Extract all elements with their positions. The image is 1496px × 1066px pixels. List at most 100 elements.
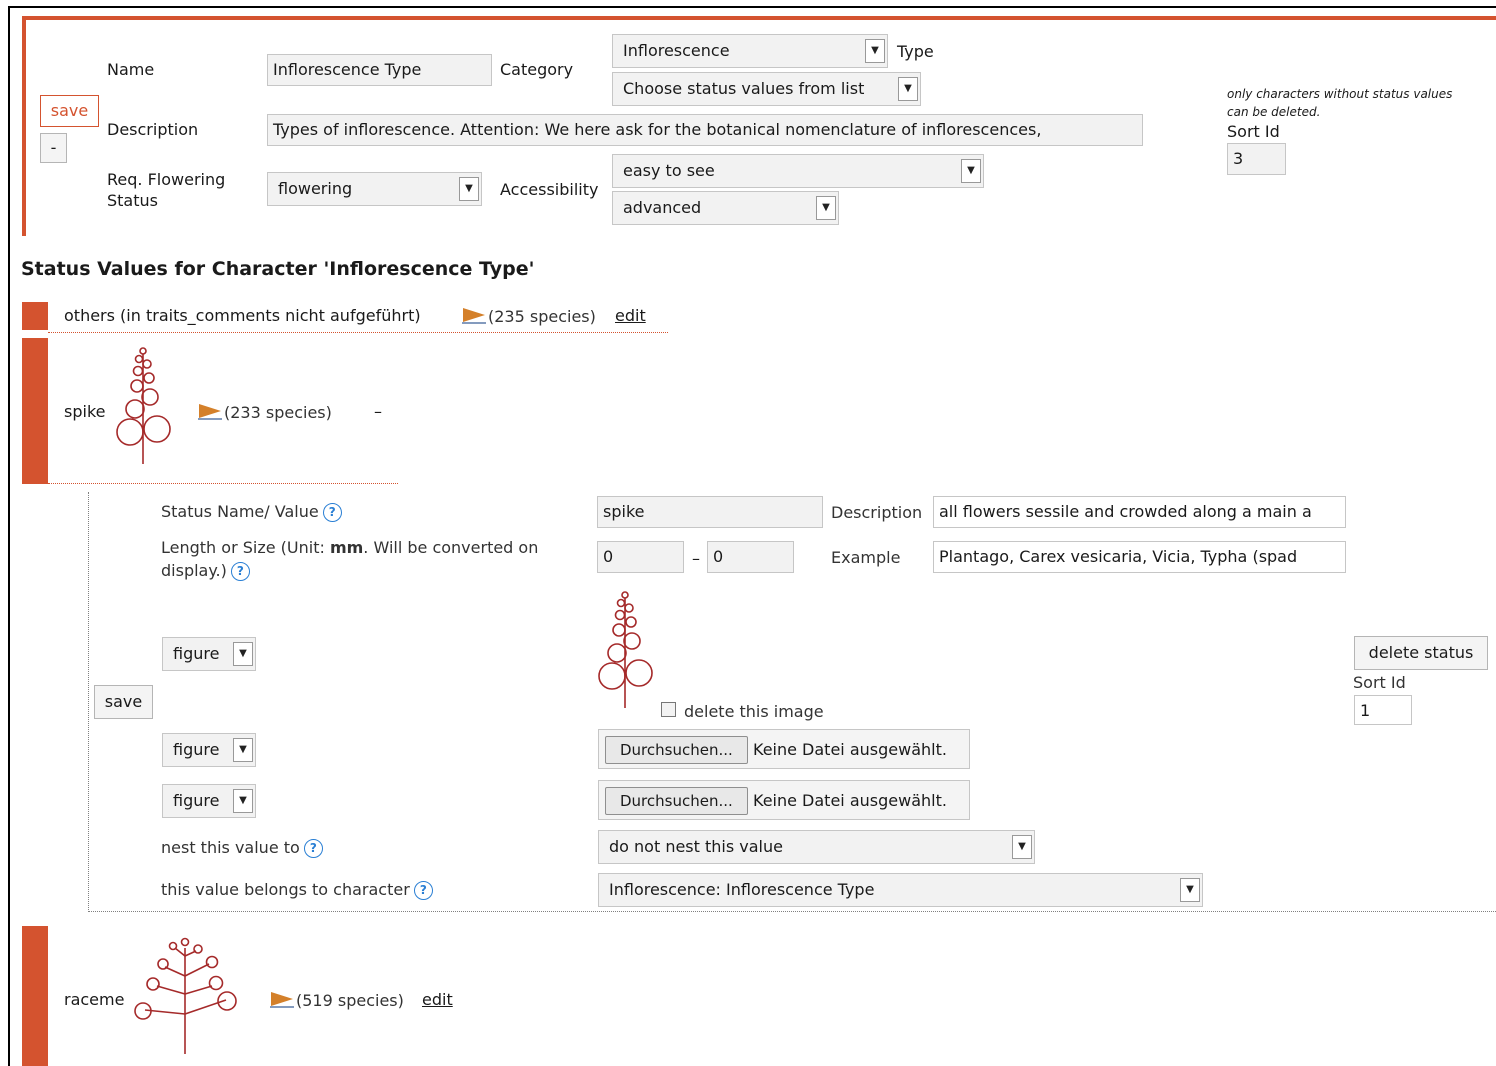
req-flowering-label-line1: Req. Flowering bbox=[107, 170, 226, 189]
category-select[interactable]: Inflorescence ▼ bbox=[612, 34, 888, 68]
browse-button-2[interactable]: Durchsuchen... bbox=[605, 787, 748, 815]
nest-select[interactable]: do not nest this value ▼ bbox=[598, 830, 1035, 864]
req-flowering-select[interactable]: flowering ▼ bbox=[267, 172, 482, 206]
req-flowering-label: Req. Flowering Status bbox=[107, 169, 225, 211]
status-bar-others bbox=[22, 302, 48, 330]
spike-figure-icon bbox=[116, 347, 171, 464]
edit-link-raceme[interactable]: edit bbox=[422, 990, 453, 1009]
delete-image-checkbox[interactable] bbox=[661, 702, 676, 717]
category-label: Category bbox=[500, 60, 574, 79]
raceme-figure-icon bbox=[134, 937, 237, 1054]
form-accent-top bbox=[22, 16, 1496, 20]
dropdown-arrow-icon: ▼ bbox=[459, 177, 479, 201]
row-separator bbox=[48, 483, 398, 484]
length-label-line1: Length or Size (Unit: mm. Will be conver… bbox=[161, 536, 538, 559]
file-upload-1: Durchsuchen... Keine Datei ausgewählt. bbox=[598, 729, 970, 769]
status-description-label: Description bbox=[831, 503, 923, 522]
accessibility-select-level[interactable]: advanced ▼ bbox=[612, 191, 839, 225]
delete-image-label: delete this image bbox=[684, 702, 824, 721]
length-min-input[interactable]: 0 bbox=[597, 541, 684, 573]
section-title: Status Values for Character 'Inflorescen… bbox=[21, 258, 535, 280]
figure-select-2[interactable]: figure ▼ bbox=[162, 733, 256, 767]
dropdown-arrow-icon: ▼ bbox=[233, 738, 253, 762]
figure-select-value: figure bbox=[173, 740, 220, 759]
accessibility-visibility-value: easy to see bbox=[623, 161, 715, 180]
status-name-input[interactable]: spike bbox=[597, 496, 823, 528]
help-icon[interactable]: ? bbox=[303, 839, 323, 858]
type-select[interactable]: Choose status values from list ▼ bbox=[612, 72, 921, 106]
help-icon[interactable]: ? bbox=[413, 881, 433, 900]
length-max-input[interactable]: 0 bbox=[707, 541, 794, 573]
accessibility-select-visibility[interactable]: easy to see ▼ bbox=[612, 154, 984, 188]
dropdown-arrow-icon: ▼ bbox=[865, 39, 885, 63]
flag-icon bbox=[198, 404, 222, 420]
nest-label: nest this value to? bbox=[161, 838, 323, 858]
length-label-text: Length or Size (Unit: bbox=[161, 538, 330, 557]
dropdown-arrow-icon: ▼ bbox=[816, 196, 836, 220]
status-name-label: Status Name/ Value? bbox=[161, 502, 342, 522]
example-label: Example bbox=[831, 548, 901, 567]
flag-icon bbox=[270, 992, 294, 1008]
belongs-label: this value belongs to character? bbox=[161, 880, 433, 900]
species-count-others: (235 species) bbox=[488, 307, 596, 326]
collapse-button[interactable]: - bbox=[40, 133, 67, 163]
figure-select-value: figure bbox=[173, 644, 220, 663]
species-link-others[interactable]: (235 species) bbox=[462, 306, 596, 326]
status-name-raceme: raceme bbox=[64, 990, 125, 1009]
length-unit: mm bbox=[329, 538, 364, 557]
type-value: Choose status values from list bbox=[623, 79, 865, 98]
length-label-line2: display.)? bbox=[161, 559, 538, 582]
spike-preview-image bbox=[598, 591, 653, 708]
help-icon[interactable]: ? bbox=[230, 562, 250, 581]
delete-note-line2: can be deleted. bbox=[1227, 105, 1321, 119]
belongs-select[interactable]: Inflorescence: Inflorescence Type ▼ bbox=[598, 873, 1203, 907]
dropdown-arrow-icon: ▼ bbox=[898, 77, 918, 101]
figure-select-1[interactable]: figure ▼ bbox=[162, 637, 256, 671]
status-name-others: others (in traits_comments nicht aufgefü… bbox=[64, 306, 421, 325]
sort-id-input[interactable]: 3 bbox=[1227, 143, 1286, 175]
status-sort-id-input[interactable]: 1 bbox=[1354, 695, 1412, 725]
nest-label-text: nest this value to bbox=[161, 838, 300, 857]
no-file-label-1: Keine Datei ausgewählt. bbox=[753, 740, 947, 759]
dropdown-arrow-icon: ▼ bbox=[1012, 835, 1032, 859]
help-icon[interactable]: ? bbox=[322, 503, 342, 522]
accessibility-label: Accessibility bbox=[500, 180, 599, 199]
status-bar-spike bbox=[22, 338, 48, 484]
edit-form-border-bottom bbox=[88, 911, 1496, 912]
req-flowering-value: flowering bbox=[278, 179, 353, 198]
save-character-button[interactable]: save bbox=[40, 95, 99, 127]
description-input[interactable]: Types of inflorescence. Attention: We he… bbox=[267, 114, 1143, 146]
save-status-button[interactable]: save bbox=[94, 685, 153, 719]
browse-button-1[interactable]: Durchsuchen... bbox=[605, 736, 748, 764]
delete-note-line1: only characters without status values bbox=[1227, 87, 1453, 101]
accessibility-level-value: advanced bbox=[623, 198, 702, 217]
status-description-input[interactable]: all flowers sessile and crowded along a … bbox=[933, 496, 1346, 528]
length-label-text-3: display.) bbox=[161, 561, 227, 580]
delete-note: only characters without status values ca… bbox=[1227, 85, 1452, 121]
row-separator bbox=[48, 332, 668, 333]
example-input[interactable]: Plantago, Carex vesicaria, Vicia, Typha … bbox=[933, 541, 1346, 573]
length-range-dash: – bbox=[692, 549, 700, 568]
req-flowering-label-line2: Status bbox=[107, 191, 158, 210]
description-label: Description bbox=[107, 120, 199, 139]
figure-select-value: figure bbox=[173, 791, 220, 810]
status-bar-raceme bbox=[22, 926, 48, 1066]
no-file-label-2: Keine Datei ausgewählt. bbox=[753, 791, 947, 810]
file-upload-2: Durchsuchen... Keine Datei ausgewählt. bbox=[598, 780, 970, 820]
belongs-label-text: this value belongs to character bbox=[161, 880, 410, 899]
delete-status-button[interactable]: delete status bbox=[1354, 636, 1488, 670]
dropdown-arrow-icon: ▼ bbox=[233, 642, 253, 666]
species-link-spike[interactable]: (233 species) bbox=[198, 402, 332, 422]
edit-placeholder-spike: – bbox=[374, 402, 382, 421]
sort-id-label: Sort Id bbox=[1227, 122, 1280, 141]
name-label: Name bbox=[107, 60, 155, 79]
edit-link-others[interactable]: edit bbox=[615, 306, 646, 325]
window-border-top bbox=[8, 6, 1496, 8]
species-count-spike: (233 species) bbox=[224, 403, 332, 422]
name-input[interactable]: Inflorescence Type bbox=[267, 54, 492, 86]
species-link-raceme[interactable]: (519 species) bbox=[270, 990, 404, 1010]
figure-select-3[interactable]: figure ▼ bbox=[162, 784, 256, 818]
window-border-left bbox=[8, 6, 10, 1066]
edit-form-border-left bbox=[88, 492, 89, 912]
status-sort-id-label: Sort Id bbox=[1353, 673, 1406, 692]
